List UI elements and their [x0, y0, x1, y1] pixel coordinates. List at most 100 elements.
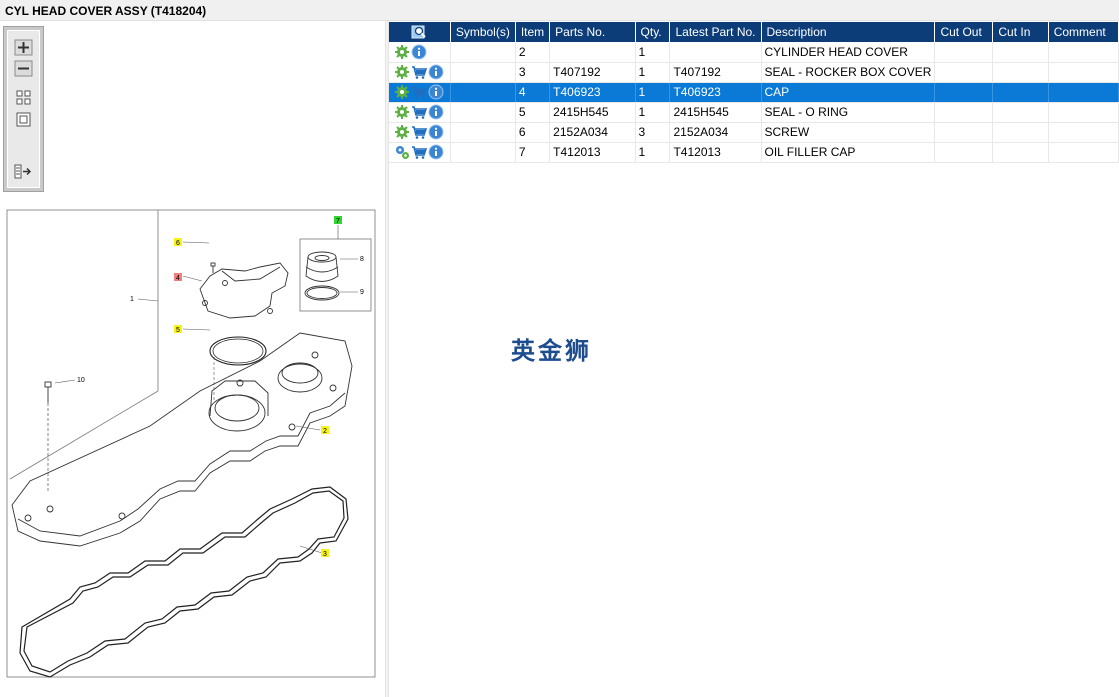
settings-icon[interactable] [394, 44, 410, 60]
info-icon[interactable] [428, 124, 444, 140]
row-actions[interactable] [389, 82, 451, 103]
cart-icon[interactable] [411, 104, 427, 120]
svg-text:8: 8 [360, 256, 364, 263]
cell-item: 7 [515, 142, 551, 163]
diagram-frame [6, 209, 376, 678]
cell-symbols [450, 42, 516, 63]
watermark: 英金狮 [511, 337, 592, 365]
callout-8[interactable]: 8 [360, 256, 364, 263]
cell-symbols [450, 82, 516, 103]
toggle-list-icon[interactable] [14, 163, 33, 180]
search-settings-icon[interactable] [411, 24, 427, 40]
cell-cut-in [992, 42, 1049, 63]
table-row[interactable]: 5 2415H545 1 2415H545 SEAL - O RING [389, 102, 1119, 123]
fit-page-icon[interactable] [14, 89, 33, 106]
column-header-qty[interactable]: Qty. [635, 22, 671, 42]
info-icon[interactable] [411, 44, 427, 60]
settings-icon[interactable] [394, 84, 410, 100]
cell-qty: 1 [635, 82, 671, 103]
column-header-symbols[interactable]: Symbol(s) [450, 22, 516, 42]
table-row[interactable]: 6 2152A034 3 2152A034 SCREW [389, 122, 1119, 143]
table-row[interactable]: 7 T412013 1 T412013 OIL FILLER CAP [389, 142, 1119, 163]
callout-4[interactable]: 4 [174, 273, 182, 282]
cart-icon[interactable] [411, 124, 427, 140]
cap-subassembly-box [299, 238, 372, 312]
cell-comment [1048, 102, 1119, 123]
cart-icon[interactable] [411, 64, 427, 80]
callout-3[interactable]: 3 [321, 549, 329, 558]
cell-comment [1048, 82, 1119, 103]
cell-symbols [450, 102, 516, 123]
bolt-part [44, 381, 52, 491]
illustration-pane[interactable]: 1 2 3 4 5 6 7 8 9 10 [0, 21, 385, 697]
cylinder-head-cover [11, 332, 353, 547]
cell-latest-part-no: T406923 [669, 82, 762, 103]
cell-cut-in [992, 122, 1049, 143]
info-icon[interactable] [428, 64, 444, 80]
info-icon[interactable] [428, 144, 444, 160]
callout-9[interactable]: 9 [360, 289, 364, 296]
callout-1[interactable]: 1 [130, 296, 134, 303]
cart-icon[interactable] [411, 84, 427, 100]
exploded-diagram[interactable]: 1 2 3 4 5 6 7 8 9 10 [0, 21, 385, 697]
callout-6[interactable]: 6 [174, 238, 182, 247]
oil-filler-cap-part [304, 251, 340, 301]
svg-text:6: 6 [176, 240, 180, 247]
cell-qty: 1 [635, 142, 671, 163]
settings-icon[interactable] [394, 104, 410, 120]
column-header-parts-no[interactable]: Parts No. [549, 22, 636, 42]
row-actions[interactable] [389, 142, 451, 163]
callout-10[interactable]: 10 [77, 377, 85, 384]
column-header-latest-part-no[interactable]: Latest Part No. [669, 22, 762, 42]
cell-cut-in [992, 62, 1049, 83]
table-row[interactable]: 2 1 CYLINDER HEAD COVER [389, 42, 1119, 63]
callout-7[interactable]: 7 [334, 216, 342, 225]
cell-qty: 1 [635, 102, 671, 123]
callout-5[interactable]: 5 [174, 325, 182, 334]
cell-cut-out [934, 82, 994, 103]
column-header-description[interactable]: Description [761, 22, 936, 42]
cell-latest-part-no: T407192 [669, 62, 762, 83]
cell-comment [1048, 142, 1119, 163]
settings-icon[interactable] [394, 64, 410, 80]
column-header-comment[interactable]: Comment [1048, 22, 1119, 42]
cell-qty: 1 [635, 42, 671, 63]
cell-cut-in [992, 82, 1049, 103]
actual-size-icon[interactable] [14, 111, 33, 128]
column-header-search[interactable] [389, 22, 451, 42]
cell-qty: 1 [635, 62, 671, 83]
cell-item: 2 [515, 42, 551, 63]
row-actions[interactable] [389, 62, 451, 83]
cell-description: CAP [761, 82, 936, 103]
column-header-item[interactable]: Item [515, 22, 551, 42]
table-row[interactable]: 4 T406923 1 T406923 CAP [389, 82, 1119, 103]
column-header-cut-in[interactable]: Cut In [992, 22, 1049, 42]
cell-description: SEAL - O RING [761, 102, 936, 123]
cell-qty: 3 [635, 122, 671, 143]
column-header-cut-out[interactable]: Cut Out [934, 22, 994, 42]
cell-item: 5 [515, 102, 551, 123]
screw-part [210, 262, 216, 273]
settings-icon[interactable] [394, 124, 410, 140]
cell-cut-out [934, 142, 994, 163]
table-header-row: Symbol(s) Item Parts No. Qty. Latest Par… [389, 22, 1119, 42]
table-row[interactable]: 3 T407192 1 T407192 SEAL - ROCKER BOX COVER [389, 62, 1119, 83]
gears-icon[interactable] [394, 144, 410, 160]
zoom-in-icon[interactable] [14, 39, 33, 56]
row-actions[interactable] [389, 102, 451, 123]
info-icon[interactable] [428, 104, 444, 120]
cell-parts-no: 2415H545 [549, 102, 636, 123]
cart-icon[interactable] [411, 144, 427, 160]
cell-comment [1048, 62, 1119, 83]
cell-latest-part-no: T412013 [669, 142, 762, 163]
cell-comment [1048, 42, 1119, 63]
row-actions[interactable] [389, 122, 451, 143]
cell-item: 4 [515, 82, 551, 103]
row-actions[interactable] [389, 42, 451, 63]
callout-2[interactable]: 2 [321, 426, 329, 435]
cell-description: OIL FILLER CAP [761, 142, 936, 163]
parts-table: Symbol(s) Item Parts No. Qty. Latest Par… [389, 22, 1119, 163]
cell-description: CYLINDER HEAD COVER [761, 42, 936, 63]
info-icon[interactable] [428, 84, 444, 100]
zoom-out-icon[interactable] [14, 60, 33, 77]
